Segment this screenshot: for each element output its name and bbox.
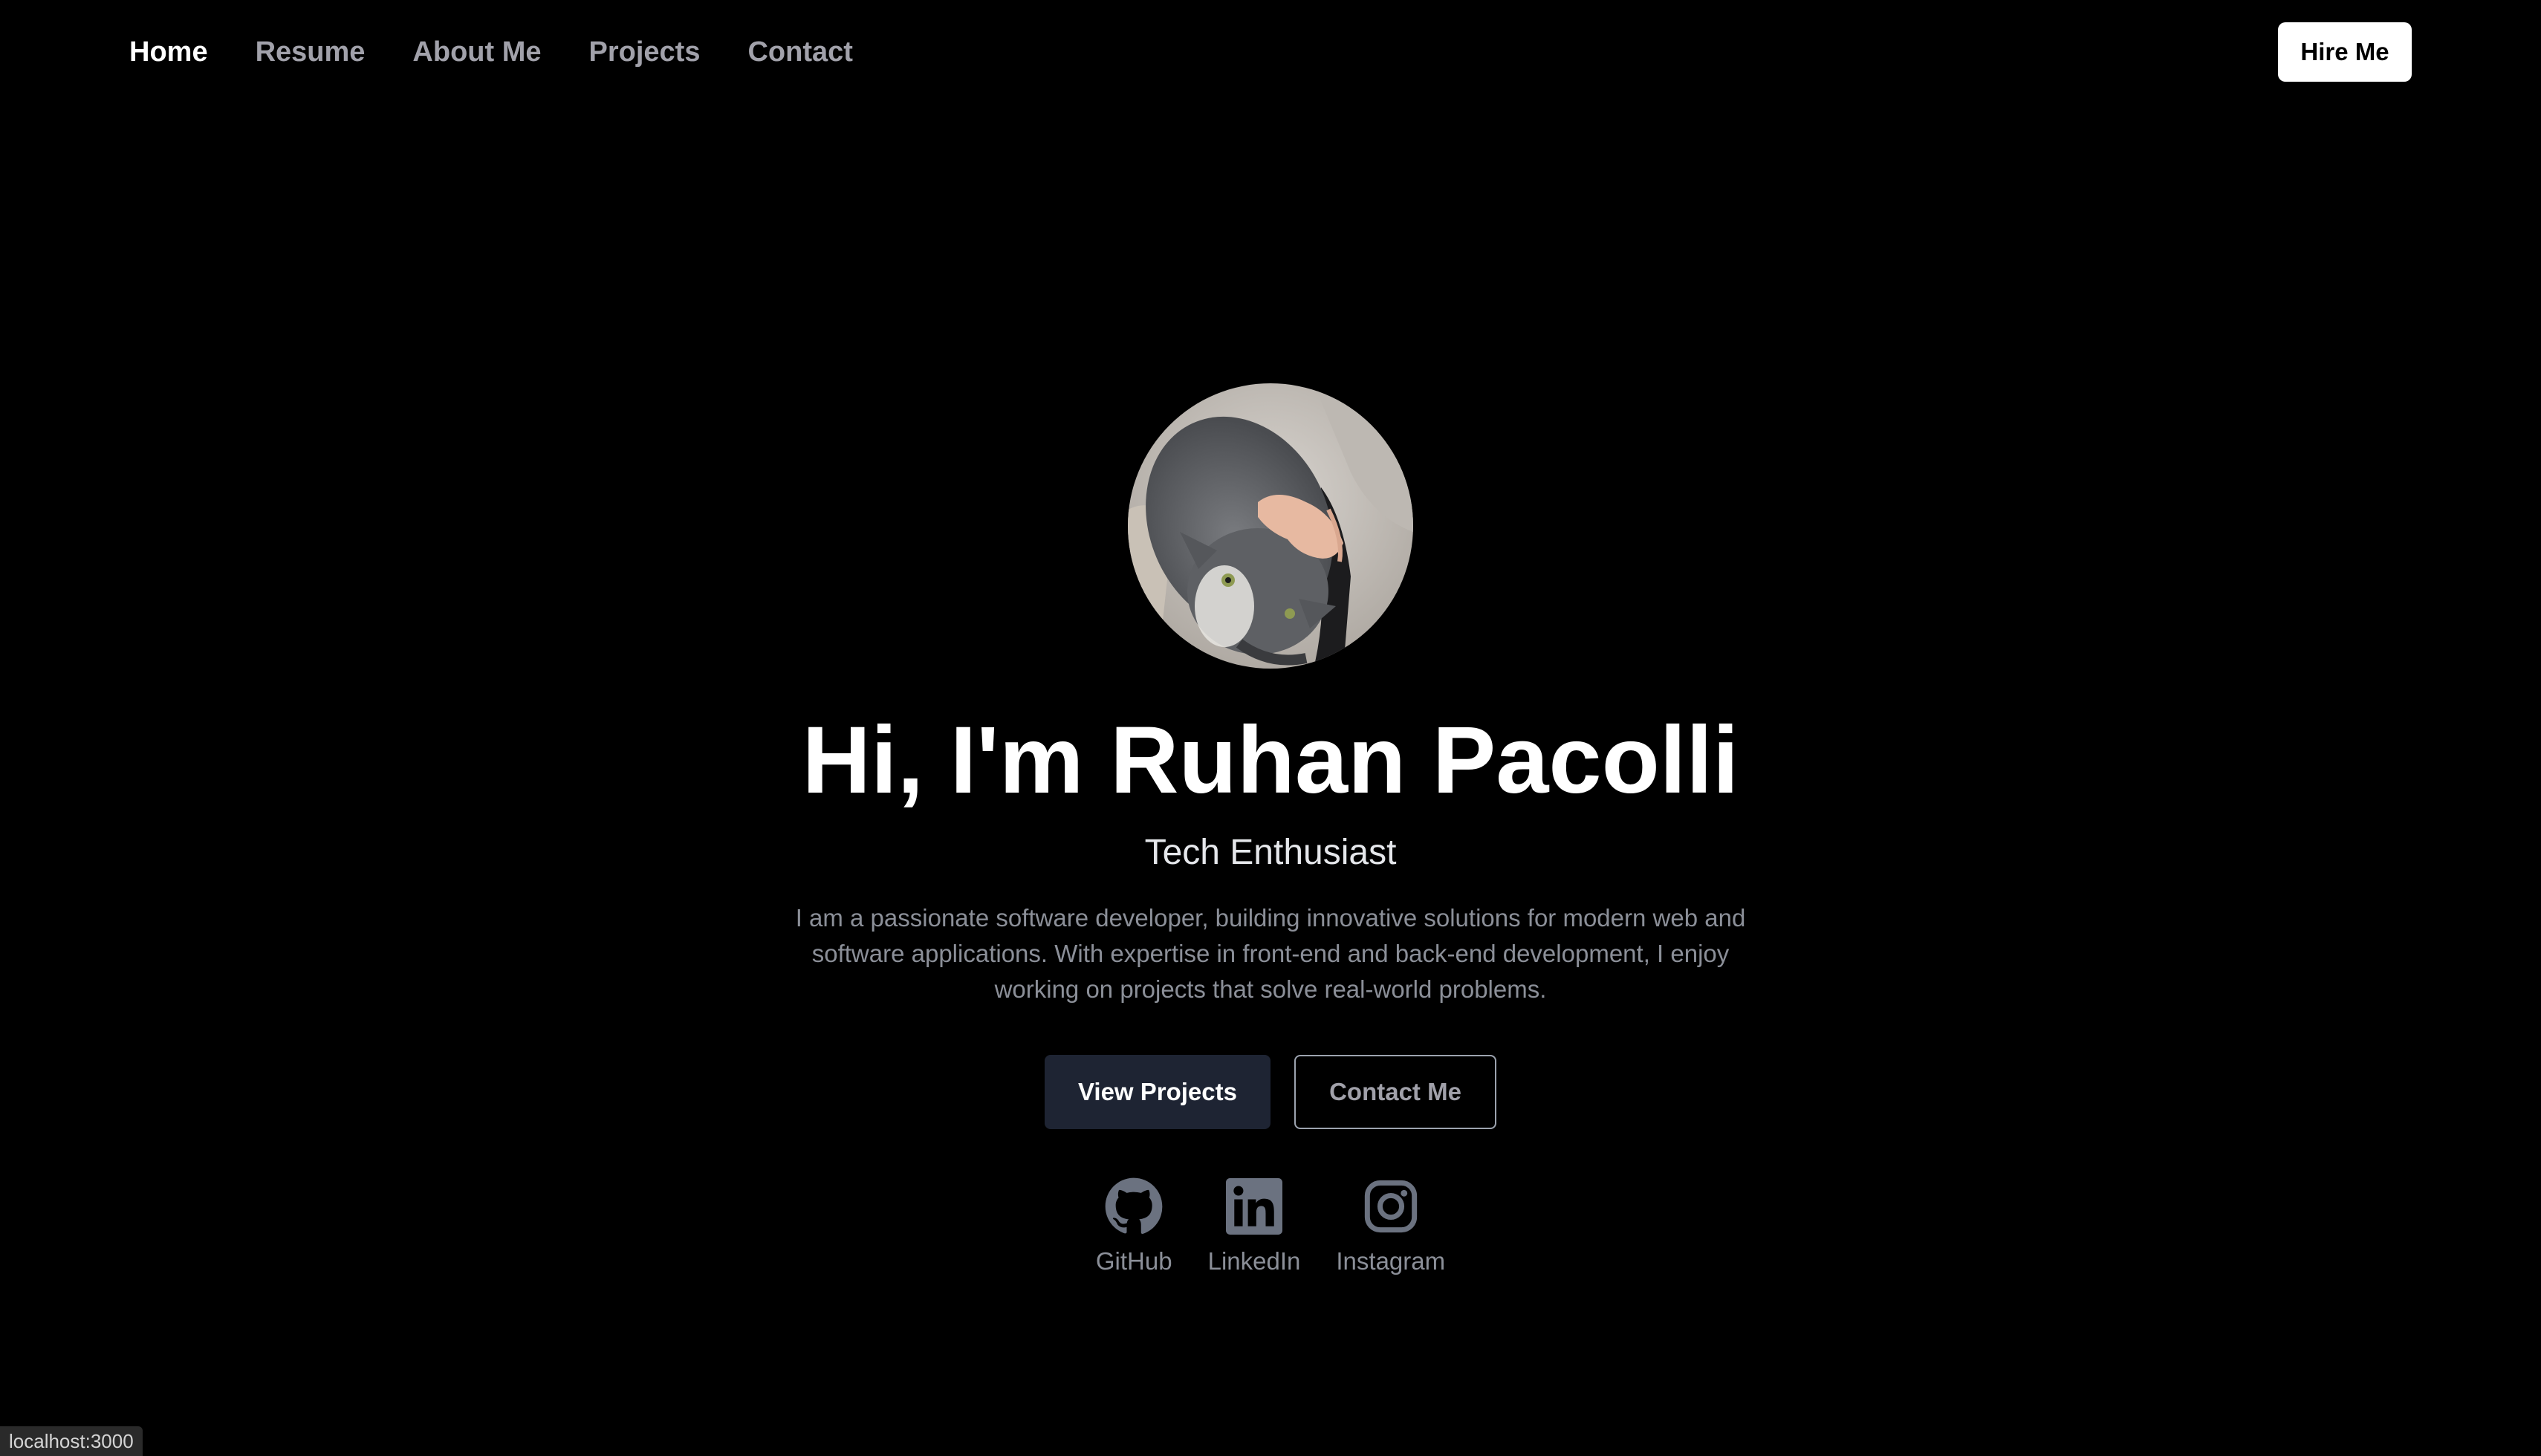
- view-projects-button[interactable]: View Projects: [1045, 1055, 1270, 1129]
- instagram-icon: [1360, 1175, 1422, 1238]
- hero-description: I am a passionate software developer, bu…: [795, 904, 1746, 1003]
- nav-link-about-me[interactable]: About Me: [412, 30, 541, 74]
- contact-me-button[interactable]: Contact Me: [1294, 1055, 1496, 1129]
- linkedin-icon: [1223, 1175, 1285, 1238]
- nav-link-contact[interactable]: Contact: [747, 30, 852, 74]
- nav-link-projects[interactable]: Projects: [589, 30, 701, 74]
- github-label: GitHub: [1095, 1247, 1172, 1275]
- profile-avatar: [1128, 383, 1413, 669]
- hero-title: Hi, I'm Ruhan Pacolli: [802, 707, 1739, 813]
- social-link-github[interactable]: GitHub: [1096, 1175, 1172, 1278]
- browser-status-url: localhost:3000: [0, 1426, 143, 1456]
- social-links: GitHub LinkedIn Instagram: [0, 1175, 2541, 1278]
- github-icon: [1103, 1175, 1165, 1238]
- nav-link-resume[interactable]: Resume: [256, 30, 366, 74]
- linkedin-label: LinkedIn: [1207, 1247, 1301, 1275]
- avatar-photo: [1128, 383, 1413, 669]
- social-link-instagram[interactable]: Instagram: [1336, 1175, 1445, 1278]
- social-link-linkedin[interactable]: LinkedIn: [1207, 1175, 1301, 1278]
- nav-link-home[interactable]: Home: [129, 30, 208, 74]
- instagram-label: Instagram: [1336, 1247, 1446, 1275]
- hero-subtitle: Tech Enthusiast: [1144, 833, 1397, 872]
- hero-buttons: View Projects Contact Me: [0, 1055, 2541, 1129]
- top-navigation: Home Resume About Me Projects Contact Hi…: [0, 0, 2541, 104]
- portfolio-page: Home Resume About Me Projects Contact Hi…: [0, 0, 2541, 1456]
- nav-links: Home Resume About Me Projects Contact: [129, 30, 900, 74]
- hire-me-button[interactable]: Hire Me: [2278, 22, 2412, 82]
